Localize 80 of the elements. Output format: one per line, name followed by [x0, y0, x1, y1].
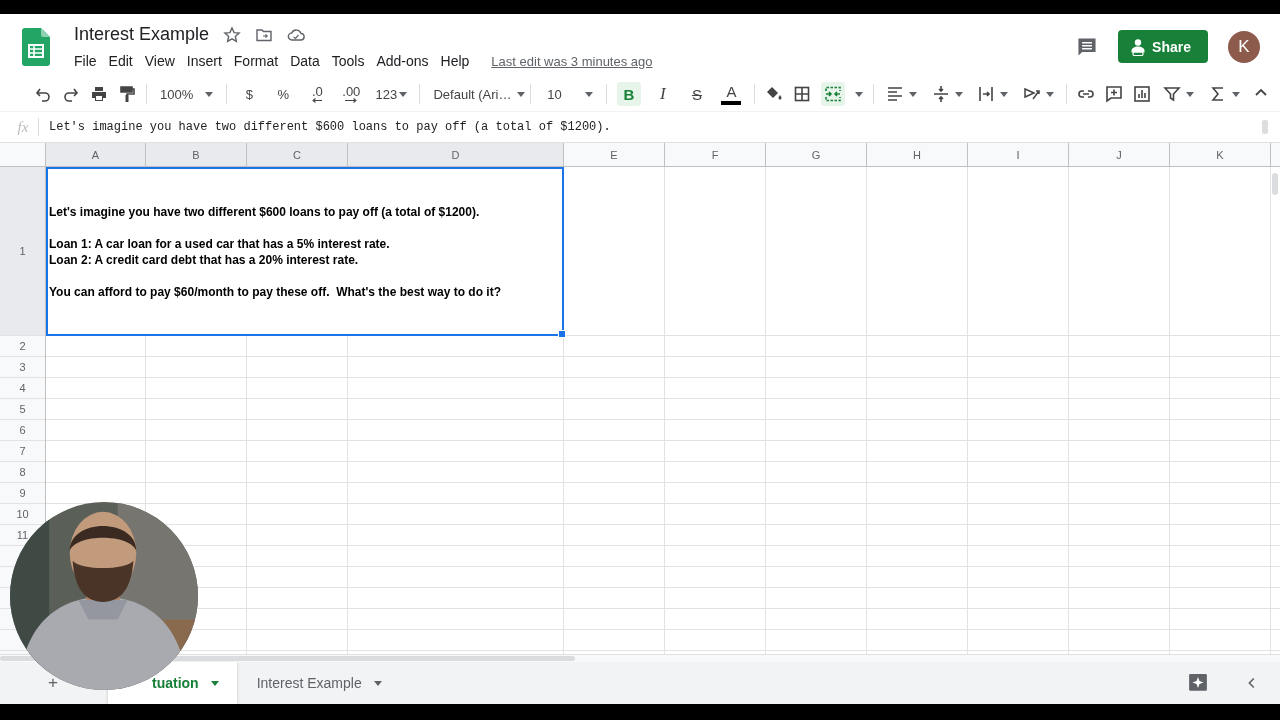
merged-cell[interactable] [46, 167, 564, 336]
explore-icon[interactable] [1188, 673, 1208, 693]
fx-label: fx [16, 118, 30, 136]
column-header[interactable]: A [46, 143, 146, 166]
column-header[interactable]: B [146, 143, 247, 166]
right-arrow-icon [345, 97, 358, 103]
text-color-button[interactable]: A [718, 81, 744, 107]
paint-format-icon[interactable] [118, 85, 136, 103]
menu-item[interactable]: Help [434, 51, 476, 71]
row-header[interactable]: 11 [14, 528, 31, 542]
row-header[interactable]: 7 [14, 444, 31, 458]
row-header[interactable]: 5 [14, 402, 31, 416]
add-sheet-button[interactable]: + [48, 677, 58, 689]
menu-item[interactable]: Tools [325, 51, 371, 71]
font-dropdown[interactable]: Default (Ari… [430, 82, 521, 106]
text-wrap-icon[interactable] [977, 85, 996, 103]
vertical-align-icon[interactable] [931, 85, 950, 103]
merge-cells-button[interactable] [820, 82, 845, 106]
row-header[interactable]: 8 [14, 465, 31, 479]
caret-icon [909, 91, 918, 97]
caret-icon [1000, 91, 1009, 97]
caret-icon [210, 680, 219, 686]
menu-item[interactable]: File [74, 51, 103, 71]
star-icon[interactable] [223, 25, 242, 44]
last-edit-link[interactable]: Last edit was 3 minutes ago [491, 53, 653, 69]
menu-item[interactable]: Add-ons [370, 51, 435, 71]
print-icon[interactable] [90, 85, 108, 103]
column-header[interactable]: D [348, 143, 564, 166]
more-formats-dropdown[interactable]: 123 [373, 82, 410, 106]
menu-item[interactable]: Data [284, 51, 326, 71]
fill-handle[interactable] [558, 330, 566, 338]
filter-icon[interactable] [1163, 85, 1182, 103]
caret-icon [1186, 91, 1195, 97]
row-header[interactable]: 9 [14, 486, 31, 500]
document-title[interactable]: Interest Example [74, 24, 210, 45]
caret-icon [1231, 91, 1240, 97]
comment-add-icon[interactable] [1104, 85, 1123, 103]
menu-item[interactable]: View [138, 51, 181, 71]
align-left-icon[interactable] [886, 85, 905, 103]
strike-button[interactable]: S [684, 82, 709, 106]
currency-button[interactable]: $ [237, 82, 262, 106]
scrollbar-thumb[interactable] [1272, 173, 1278, 195]
share-button[interactable]: Share [1118, 30, 1208, 63]
comment-icon[interactable] [1076, 35, 1099, 58]
decrease-decimals-button[interactable]: .0 [305, 82, 330, 106]
caret-icon [854, 91, 863, 97]
cell-text: Let's imagine you have two different $600 loans to pay off (a total of $1200). Loan 1: A car loan for a used car that has a 5% interest rate. Loan 2: A credit card debt that has a 20% interest rate. You can afford to pay $60/month to pay these off. What's the best way to do it? [49, 204, 502, 300]
font-size-dropdown[interactable]: 10 [541, 82, 596, 106]
sheets-logo-icon[interactable] [22, 28, 50, 66]
caret-icon [373, 680, 382, 686]
caret-icon [584, 91, 593, 97]
row-header[interactable]: 3 [14, 360, 31, 374]
merge-icon [823, 85, 842, 103]
menu-item[interactable]: Insert [180, 51, 228, 71]
row-header[interactable]: 6 [14, 423, 31, 437]
column-header[interactable]: C [247, 143, 348, 166]
caret-icon [516, 91, 525, 97]
bold-button[interactable]: B [616, 82, 641, 106]
italic-button[interactable]: I [650, 82, 675, 106]
row-header[interactable]: 2 [14, 339, 31, 353]
caret-icon [205, 91, 214, 97]
borders-icon[interactable] [792, 85, 811, 103]
row-header[interactable]: 10 [14, 507, 31, 521]
sheet-tab[interactable]: Interest Example [236, 662, 400, 704]
percent-button[interactable]: % [271, 82, 296, 106]
chart-icon[interactable] [1132, 85, 1151, 103]
caret-icon [954, 91, 963, 97]
row-header[interactable]: 4 [14, 381, 31, 395]
account-avatar[interactable]: K [1228, 30, 1260, 63]
caret-icon [399, 91, 408, 97]
menu-item[interactable]: Edit [102, 51, 139, 71]
formula-input[interactable]: Let's imagine you have two different $600 loans to pay off (a total of $1200). [49, 120, 611, 134]
row-header[interactable]: 1 [0, 167, 45, 336]
caret-icon [1045, 91, 1054, 97]
left-arrow-icon [312, 97, 323, 103]
increase-decimals-button[interactable]: .00 [339, 82, 364, 106]
zoom-dropdown[interactable]: 100% [157, 82, 217, 106]
scrollbar-thumb[interactable] [1262, 120, 1268, 134]
person-icon [1130, 37, 1147, 56]
menu-item[interactable]: Format [227, 51, 285, 71]
